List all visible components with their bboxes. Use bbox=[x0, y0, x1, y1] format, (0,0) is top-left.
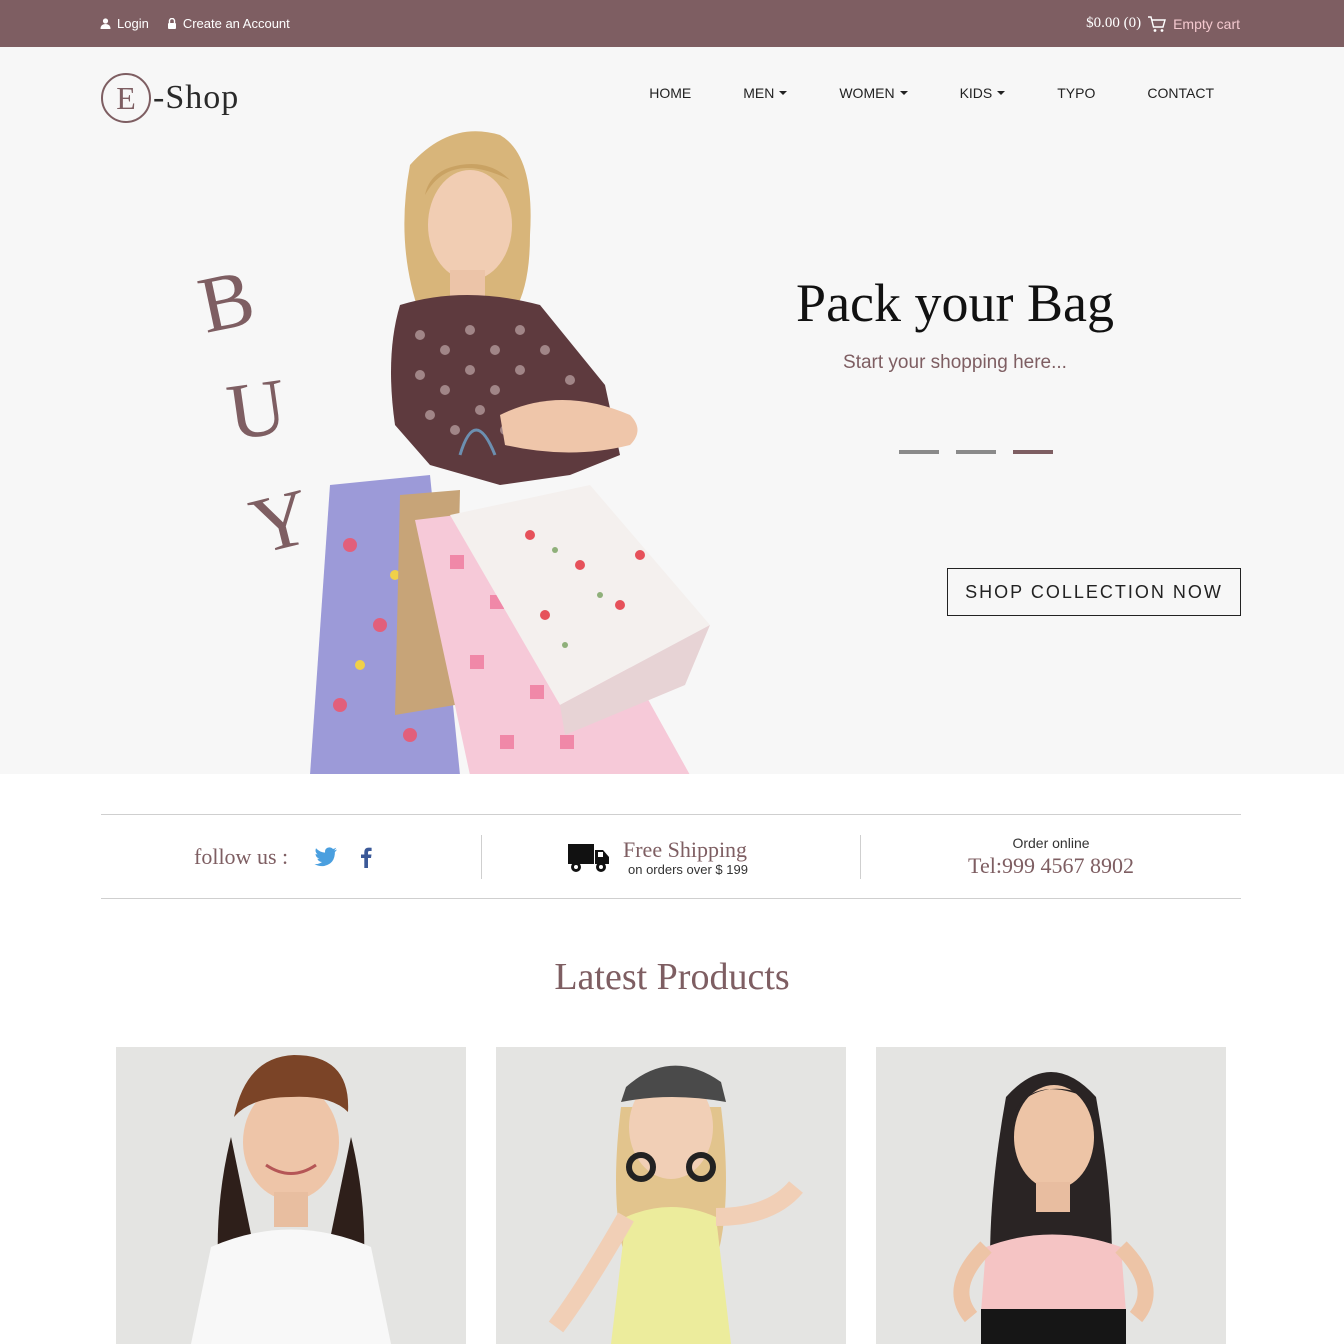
lock-icon bbox=[167, 18, 176, 29]
product-image bbox=[548, 1065, 803, 1344]
product-card[interactable] bbox=[876, 1047, 1226, 1344]
order-label: Order online bbox=[1012, 835, 1090, 851]
order-online: Order online Tel:999 4567 8902 bbox=[861, 815, 1241, 899]
nav-kids-label: KIDS bbox=[959, 85, 993, 101]
nav-women[interactable]: WOMEN bbox=[839, 85, 908, 101]
create-account-label: Create an Account bbox=[182, 16, 290, 31]
slider-dot-3[interactable] bbox=[1013, 450, 1053, 454]
cart-summary[interactable]: $0.00 (0) Empty cart bbox=[1086, 0, 1240, 47]
cart-total: $0.00 (0) bbox=[1086, 15, 1142, 31]
account-links: Login Create an Account bbox=[100, 0, 290, 47]
nav-typo[interactable]: TYPO bbox=[1057, 85, 1095, 101]
product-grid bbox=[116, 1047, 1226, 1344]
product-image bbox=[191, 1055, 391, 1344]
nav-home-label: HOME bbox=[649, 85, 692, 101]
slider-dot-2[interactable] bbox=[956, 450, 996, 454]
product-image bbox=[953, 1072, 1154, 1344]
info-strip: follow us : Free Shipping on orders over… bbox=[101, 814, 1241, 899]
product-card[interactable] bbox=[496, 1047, 846, 1344]
nav-men-label: MEN bbox=[743, 85, 775, 101]
phone-number[interactable]: Tel:999 4567 8902 bbox=[968, 853, 1134, 879]
divider bbox=[481, 835, 482, 879]
nav-contact[interactable]: CONTACT bbox=[1147, 85, 1214, 101]
shop-collection-button[interactable]: SHOP COLLECTION NOW bbox=[947, 568, 1241, 616]
nav-women-label: WOMEN bbox=[839, 85, 895, 101]
latest-products-heading: Latest Products bbox=[554, 956, 790, 998]
follow-label: follow us : bbox=[194, 844, 289, 869]
shipping-title: Free Shipping bbox=[623, 836, 748, 862]
free-shipping: Free Shipping on orders over $ 199 bbox=[567, 815, 748, 899]
slider-dots bbox=[899, 450, 1053, 454]
user-icon bbox=[100, 18, 111, 29]
follow-us: follow us : bbox=[194, 815, 394, 899]
nav-contact-label: CONTACT bbox=[1147, 85, 1214, 101]
create-account-link[interactable]: Create an Account bbox=[167, 16, 290, 31]
login-label: Login bbox=[117, 16, 149, 31]
hero-banner: E -Shop HOME MEN WOMEN KIDS TYPO CONTACT… bbox=[0, 47, 1344, 774]
caret-down-icon bbox=[899, 91, 908, 95]
hero-subtitle: Start your shopping here... bbox=[843, 352, 1067, 373]
top-bar: Login Create an Account $0.00 (0) Empty … bbox=[0, 0, 1344, 47]
buy-letter-u: U bbox=[222, 362, 292, 458]
nav-home[interactable]: HOME bbox=[649, 85, 691, 101]
cart-status: Empty cart bbox=[1173, 15, 1240, 32]
main-nav: HOME MEN WOMEN KIDS TYPO CONTACT bbox=[649, 85, 1214, 101]
cart-icon bbox=[1148, 15, 1167, 32]
facebook-icon[interactable] bbox=[360, 846, 372, 868]
slider-dot-1[interactable] bbox=[899, 450, 939, 454]
nav-men[interactable]: MEN bbox=[743, 85, 788, 101]
caret-down-icon bbox=[779, 91, 788, 95]
shipping-subtitle: on orders over $ 199 bbox=[628, 861, 748, 877]
logo-text: -Shop bbox=[153, 79, 240, 116]
logo-circle: E bbox=[101, 73, 151, 123]
login-link[interactable]: Login bbox=[100, 16, 149, 31]
site-logo[interactable]: E -Shop bbox=[101, 73, 239, 123]
twitter-icon[interactable] bbox=[314, 847, 338, 867]
product-card[interactable] bbox=[116, 1047, 466, 1344]
hero-title: Pack your Bag bbox=[796, 273, 1114, 333]
caret-down-icon bbox=[997, 91, 1006, 95]
nav-typo-label: TYPO bbox=[1057, 85, 1096, 101]
truck-icon bbox=[568, 844, 609, 872]
buy-letter-b: B bbox=[191, 253, 262, 351]
hero-model-image bbox=[310, 131, 710, 774]
nav-kids[interactable]: KIDS bbox=[960, 85, 1006, 101]
